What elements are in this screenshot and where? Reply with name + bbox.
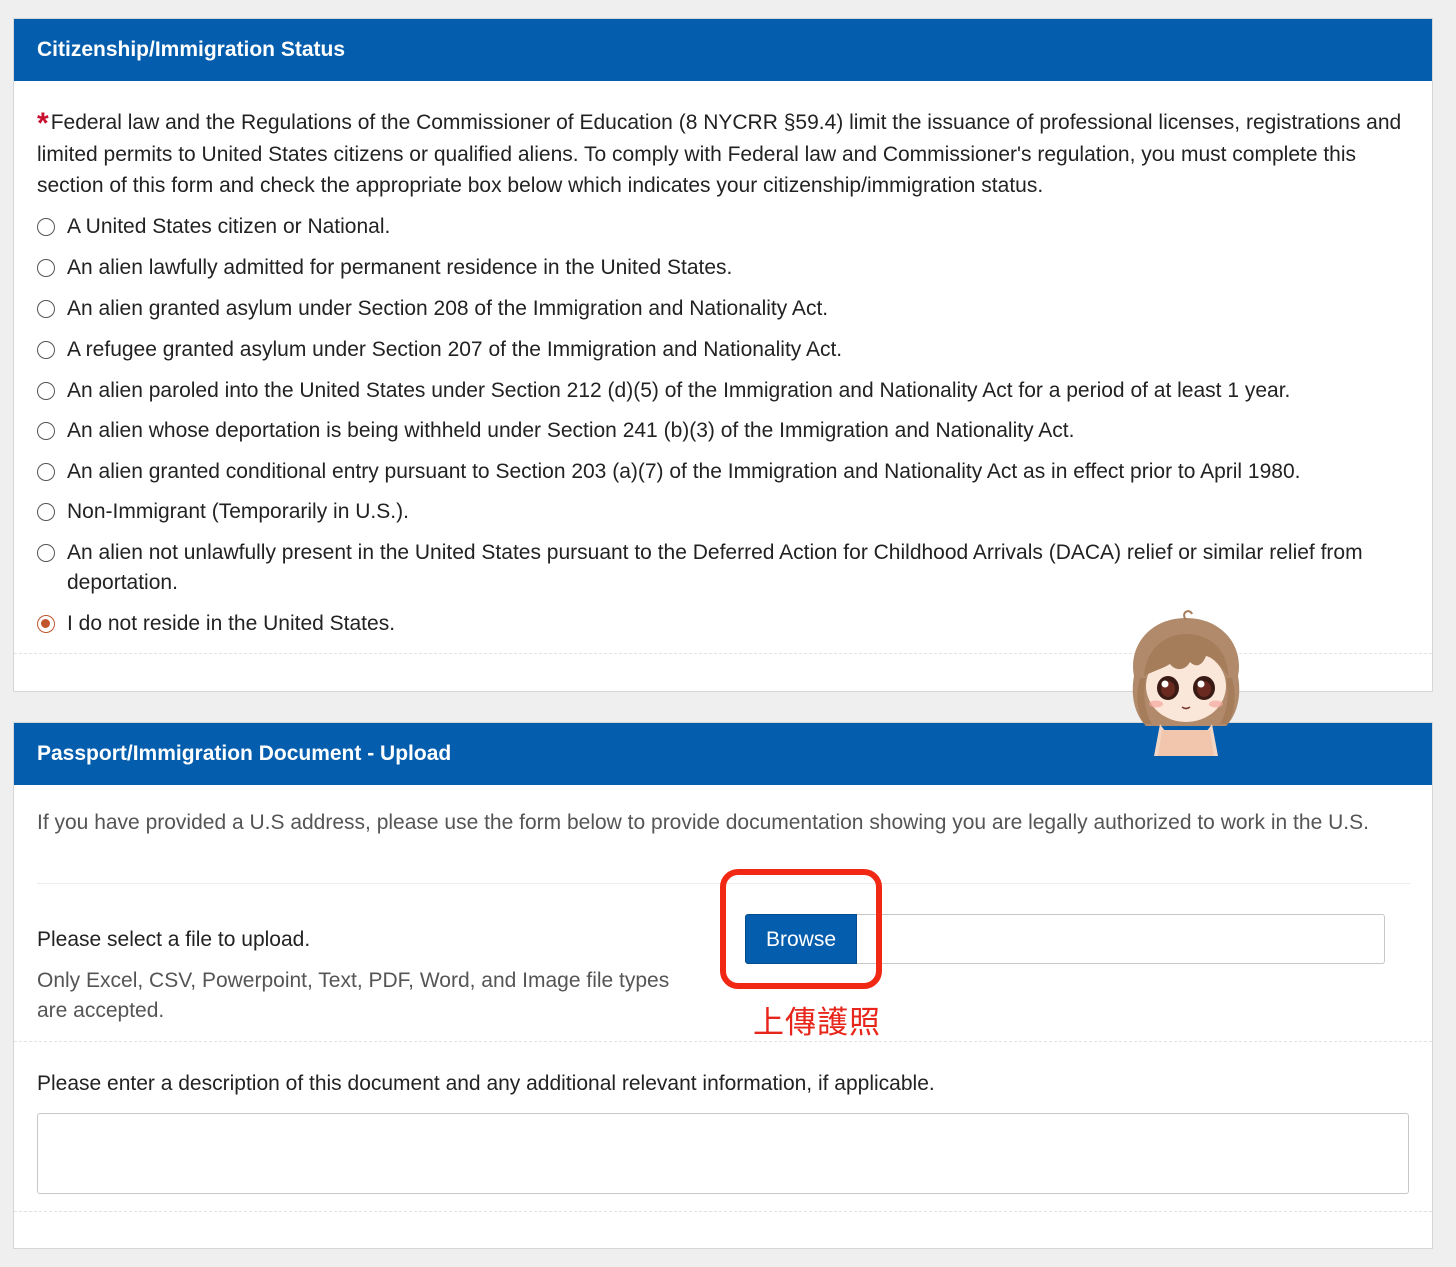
status-option-conditional-entry[interactable]: An alien granted conditional entry pursu…: [37, 457, 1407, 487]
avatar-shirt: [1158, 730, 1214, 756]
radio-button[interactable]: [37, 422, 55, 440]
status-option-paroled-212[interactable]: An alien paroled into the United States …: [37, 376, 1407, 406]
annotation-text: 上傳護照: [753, 1005, 881, 1041]
status-option-label: A United States citizen or National.: [67, 215, 391, 238]
citizenship-panel-title: Citizenship/Immigration Status: [14, 19, 1432, 81]
status-option-label: An alien lawfully admitted for permanent…: [67, 256, 733, 279]
description-textarea[interactable]: [37, 1113, 1409, 1194]
citizenship-intro: *Federal law and the Regulations of the …: [37, 107, 1407, 202]
status-option-deportation-withheld[interactable]: An alien whose deportation is being with…: [37, 416, 1407, 446]
status-option-label: An alien granted conditional entry pursu…: [67, 460, 1301, 483]
status-option-label: An alien whose deportation is being with…: [67, 419, 1075, 442]
radio-button[interactable]: [37, 544, 55, 562]
avatar-eye-shine-left: [1161, 680, 1169, 688]
avatar-sticker: [1132, 610, 1240, 756]
status-option-permanent-resident[interactable]: An alien lawfully admitted for permanent…: [37, 253, 1407, 283]
accepted-file-types: Only Excel, CSV, Powerpoint, Text, PDF, …: [37, 969, 670, 1022]
radio-button[interactable]: [37, 218, 55, 236]
required-marker: *: [37, 107, 49, 140]
status-option-label: I do not reside in the United States.: [67, 612, 396, 635]
radio-button[interactable]: [37, 341, 55, 359]
status-option-label: A refugee granted asylum under Section 2…: [67, 338, 843, 361]
radio-button[interactable]: [37, 463, 55, 481]
file-name-field[interactable]: [857, 914, 1385, 964]
status-option-daca[interactable]: An alien not unlawfully present in the U…: [37, 538, 1407, 598]
radio-button[interactable]: [37, 503, 55, 521]
description-label: Please enter a description of this docum…: [37, 1072, 935, 1095]
radio-button-selected[interactable]: [37, 615, 55, 633]
upload-note: If you have provided a U.S address, plea…: [37, 811, 1369, 834]
status-option-us-citizen[interactable]: A United States citizen or National.: [37, 212, 1407, 242]
divider: [14, 1211, 1432, 1212]
status-option-label: An alien paroled into the United States …: [67, 379, 1291, 402]
status-option-label: Non-Immigrant (Temporarily in U.S.).: [67, 500, 409, 523]
avatar-blush-right: [1209, 700, 1223, 708]
annotation-highlight-box: [720, 869, 882, 989]
radio-button[interactable]: [37, 382, 55, 400]
status-option-label: An alien granted asylum under Section 20…: [67, 297, 829, 320]
status-option-asylum-208[interactable]: An alien granted asylum under Section 20…: [37, 294, 1407, 324]
upload-panel: Passport/Immigration Document - Upload I…: [13, 722, 1433, 1249]
avatar-eye-shine-right: [1197, 680, 1205, 688]
divider: [14, 1041, 1432, 1042]
avatar-blush-left: [1149, 700, 1163, 708]
citizenship-intro-text: Federal law and the Regulations of the C…: [37, 111, 1402, 197]
status-option-non-immigrant[interactable]: Non-Immigrant (Temporarily in U.S.).: [37, 497, 1407, 527]
status-option-label: An alien not unlawfully present in the U…: [67, 541, 1363, 594]
citizenship-panel: Citizenship/Immigration Status *Federal …: [13, 18, 1433, 692]
radio-button[interactable]: [37, 300, 55, 318]
status-option-refugee-207[interactable]: A refugee granted asylum under Section 2…: [37, 335, 1407, 365]
select-file-label: Please select a file to upload.: [37, 928, 311, 951]
radio-button[interactable]: [37, 259, 55, 277]
